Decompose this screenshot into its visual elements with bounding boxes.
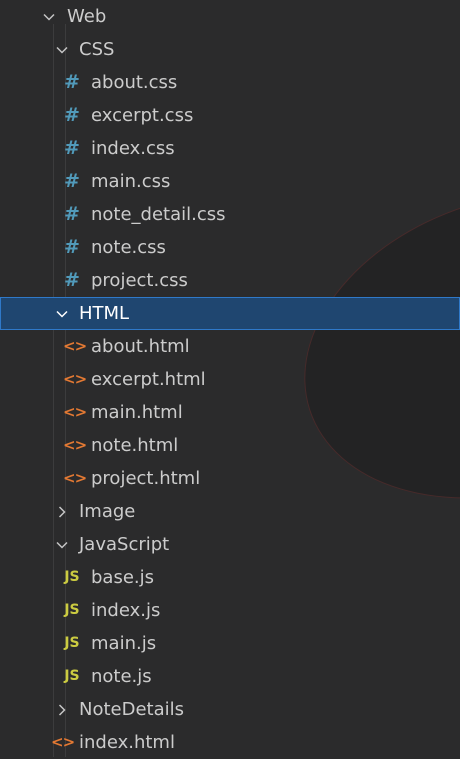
js-icon: JS [64,635,80,651]
folder-html[interactable]: HTML [0,297,460,330]
file-item[interactable]: <> note.html [0,429,460,462]
css-hash-icon: # [64,203,80,225]
js-icon: JS [64,668,80,684]
file-item[interactable]: <> project.html [0,462,460,495]
file-label: excerpt.html [91,369,206,390]
file-label: main.js [91,633,157,654]
file-label: main.html [91,402,183,423]
folder-label: JavaScript [79,534,170,555]
js-icon: JS [64,602,80,618]
folder-css[interactable]: CSS [0,33,460,66]
file-label: excerpt.css [91,105,194,126]
file-item[interactable]: JS note.js [0,660,460,693]
file-item[interactable]: # note.css [0,231,460,264]
html-brackets-icon: <> [63,370,87,388]
file-label: note.js [91,666,152,687]
file-label: note_detail.css [91,204,226,225]
file-item[interactable]: JS main.js [0,627,460,660]
file-item[interactable]: JS index.js [0,594,460,627]
file-label: main.css [91,171,171,192]
html-brackets-icon: <> [63,469,87,487]
file-item[interactable]: # main.css [0,165,460,198]
css-hash-icon: # [64,137,80,159]
file-label: about.html [91,336,190,357]
css-hash-icon: # [64,269,80,291]
chevron-down-icon [53,297,71,330]
css-hash-icon: # [64,236,80,258]
folder-label: NoteDetails [79,699,185,720]
html-brackets-icon: <> [63,337,87,355]
file-label: index.css [91,138,175,159]
file-item[interactable]: # about.css [0,66,460,99]
chevron-down-icon [40,0,58,33]
css-hash-icon: # [64,104,80,126]
css-hash-icon: # [64,170,80,192]
file-label: note.html [91,435,179,456]
folder-label: CSS [79,39,115,60]
js-icon: JS [64,569,80,585]
file-label: project.html [91,468,201,489]
folder-label: Image [79,501,136,522]
file-label: index.html [79,732,175,753]
chevron-right-icon [53,495,71,528]
file-item[interactable]: # excerpt.css [0,99,460,132]
folder-image[interactable]: Image [0,495,460,528]
file-item[interactable]: <> about.html [0,330,460,363]
folder-notedetails[interactable]: NoteDetails [0,693,460,726]
chevron-right-icon [53,693,71,726]
folder-label: HTML [79,303,130,324]
file-label: project.css [91,270,188,291]
file-item[interactable]: <> index.html [0,726,460,759]
html-brackets-icon: <> [63,436,87,454]
folder-label: Web [67,6,107,27]
file-label: about.css [91,72,178,93]
html-brackets-icon: <> [63,403,87,421]
file-item[interactable]: <> main.html [0,396,460,429]
file-label: index.js [91,600,161,621]
html-brackets-icon: <> [51,733,75,751]
file-explorer-tree: Web CSS # about.css # excerpt.css # inde… [0,0,460,759]
file-label: note.css [91,237,166,258]
file-item[interactable]: <> excerpt.html [0,363,460,396]
chevron-down-icon [53,33,71,66]
file-item[interactable]: JS base.js [0,561,460,594]
file-item[interactable]: # project.css [0,264,460,297]
file-item[interactable]: # note_detail.css [0,198,460,231]
css-hash-icon: # [64,71,80,93]
chevron-down-icon [53,528,71,561]
file-item[interactable]: # index.css [0,132,460,165]
file-label: base.js [91,567,155,588]
folder-javascript[interactable]: JavaScript [0,528,460,561]
folder-web[interactable]: Web [0,0,460,33]
